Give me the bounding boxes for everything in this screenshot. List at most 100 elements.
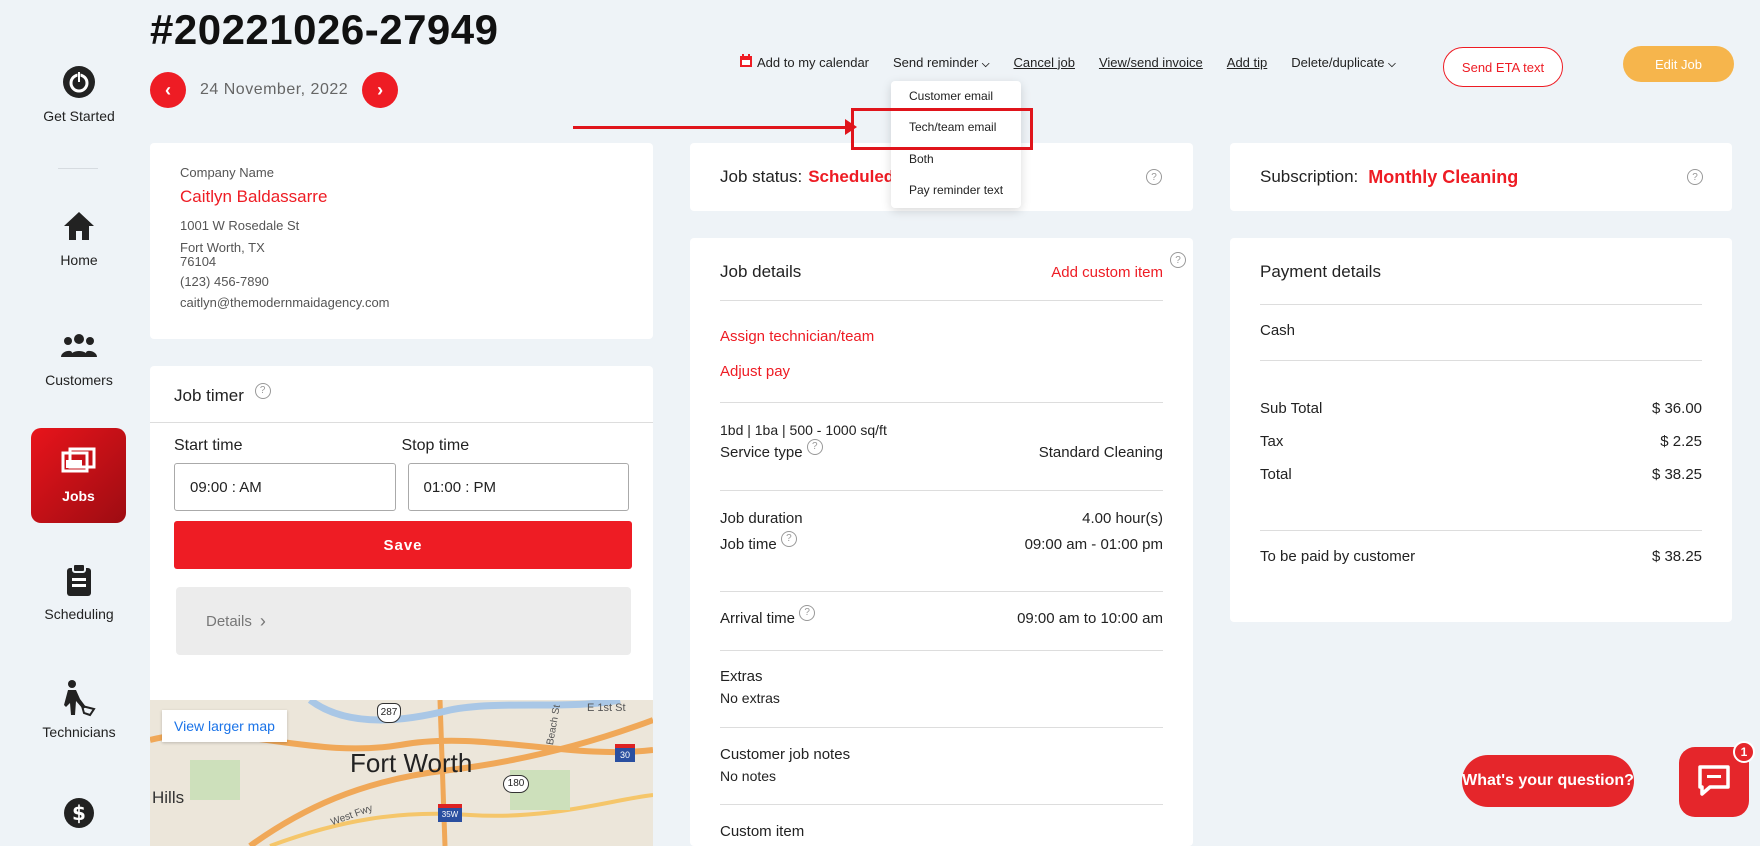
technician-icon	[59, 678, 99, 718]
job-details-card: Job details Add custom item ? Assign tec…	[690, 238, 1193, 846]
subtotal-label: Sub Total	[1260, 400, 1323, 417]
start-time-label: Start time	[174, 437, 243, 454]
service-type-label: Service type	[720, 444, 803, 461]
sidebar-item-label: Technicians	[42, 724, 116, 740]
add-tip-link[interactable]: Add tip	[1227, 55, 1267, 70]
help-icon[interactable]: ?	[1687, 169, 1703, 185]
help-icon[interactable]: ?	[254, 382, 271, 399]
job-actions-bar: Add to my calendar Send reminder ⌵ Cance…	[740, 54, 1420, 70]
stop-time-input[interactable]: 01:00 : PM	[407, 463, 629, 511]
users-icon	[59, 326, 99, 366]
tax-label: Tax	[1260, 433, 1284, 450]
customer-email: caitlyn@themodernmaidagency.com	[180, 295, 390, 311]
send-reminder-label: Send reminder	[893, 54, 979, 70]
subscription-label: Subscription:	[1260, 167, 1359, 186]
clipboard-icon	[59, 560, 99, 600]
cancel-job-link[interactable]: Cancel job	[1014, 55, 1075, 70]
job-duration-value: 4.00 hour(s)	[1082, 510, 1163, 527]
chevron-left-icon: ‹	[165, 79, 171, 100]
chevron-right-icon: ›	[259, 610, 266, 631]
divider	[720, 300, 1163, 301]
assign-technician-link[interactable]: Assign technician/team	[720, 328, 1163, 345]
edit-job-button[interactable]: Edit Job	[1623, 46, 1734, 82]
divider	[1260, 360, 1702, 361]
assign-technician-label: Assign technician/team	[720, 328, 875, 345]
sidebar-item-billing[interactable]: $	[0, 793, 158, 839]
map-interstate-shield: 30	[615, 744, 635, 762]
sidebar-item-home[interactable]: Home	[0, 206, 158, 268]
map-road-shield: 287	[377, 703, 401, 723]
subscription-card: Subscription: Monthly Cleaning ?	[1230, 143, 1732, 211]
total-label: Total	[1260, 466, 1292, 483]
sidebar-item-scheduling[interactable]: Scheduling	[0, 560, 158, 622]
prev-date-button[interactable]: ‹	[150, 72, 186, 108]
sidebar-item-label: Scheduling	[44, 606, 114, 622]
help-icon[interactable]: ?	[799, 604, 816, 621]
divider	[720, 402, 1163, 403]
annotation-highlight-box	[851, 108, 1033, 150]
next-date-button[interactable]: ›	[362, 72, 399, 108]
sidebar-item-get-started[interactable]: Get Started	[0, 62, 158, 124]
menu-item-pay-reminder-text[interactable]: Pay reminder text	[909, 183, 1003, 197]
customer-zip: 76104	[180, 253, 217, 269]
view-larger-map-link[interactable]: View larger map	[162, 710, 287, 742]
help-icon[interactable]: ?	[806, 438, 823, 455]
sidebar-item-technicians[interactable]: Technicians	[0, 678, 158, 740]
sidebar-item-jobs[interactable]: Jobs	[31, 428, 126, 523]
map-interstate-shield: 35W	[438, 804, 462, 822]
add-to-calendar-link[interactable]: Add to my calendar	[740, 54, 869, 70]
customer-phone: (123) 456-7890	[180, 274, 269, 290]
subtotal-value: $ 36.00	[1651, 400, 1702, 417]
date-navigator: ‹ 24 November, 2022 ›	[150, 72, 399, 108]
job-timer-card: Job timer ? Start time Stop time 09:00 :…	[150, 366, 653, 846]
job-timer-header: Job timer ?	[150, 366, 653, 423]
sidebar: Get Started Home Customers Jobs Scheduli…	[0, 0, 158, 846]
extras-label: Extras	[720, 668, 763, 685]
customer-name[interactable]: Caitlyn Baldassarre	[180, 186, 623, 208]
chat-notification-badge: 1	[1733, 741, 1755, 763]
dollar-icon: $	[59, 793, 99, 833]
stop-time-label: Stop time	[401, 437, 470, 454]
divider	[720, 727, 1163, 728]
start-time-input[interactable]: 09:00 : AM	[174, 463, 396, 511]
total-value: $ 38.25	[1651, 466, 1702, 483]
sidebar-item-customers[interactable]: Customers	[0, 326, 158, 388]
delete-duplicate-label: Delete/duplicate	[1291, 54, 1385, 70]
send-reminder-dropdown[interactable]: Send reminder ⌵	[893, 55, 990, 70]
to-be-paid-value: $ 38.25	[1651, 548, 1702, 565]
help-icon[interactable]: ?	[1170, 252, 1186, 268]
divider	[1260, 530, 1702, 531]
payment-details-card: Payment details Cash Sub Total $ 36.00 T…	[1230, 238, 1732, 622]
divider	[1260, 304, 1702, 305]
customer-street: 1001 W Rosedale St	[180, 217, 300, 233]
location-map[interactable]: View larger map Fort Worth Hills E 1st S…	[150, 700, 653, 846]
page-title: #20221026-27949	[150, 6, 499, 53]
sidebar-divider	[58, 168, 98, 169]
details-toggle[interactable]: Details ›	[176, 587, 631, 655]
subscription-value: Monthly Cleaning	[1368, 166, 1519, 187]
divider	[720, 591, 1163, 592]
view-invoice-link[interactable]: View/send invoice	[1099, 55, 1203, 70]
menu-item-both[interactable]: Both	[909, 152, 934, 166]
job-time-value: 09:00 am - 01:00 pm	[1024, 536, 1163, 553]
help-icon[interactable]: ?	[1146, 169, 1162, 185]
job-status-value: Scheduled	[808, 167, 895, 186]
send-eta-button[interactable]: Send ETA text	[1443, 47, 1563, 87]
delete-duplicate-dropdown[interactable]: Delete/duplicate ⌵	[1291, 55, 1395, 70]
sidebar-item-label: Customers	[45, 372, 113, 388]
job-duration-label: Job duration	[720, 510, 803, 527]
map-street-label: E 1st St	[587, 702, 626, 714]
customer-city: Fort Worth, TX	[180, 239, 265, 255]
help-icon[interactable]: ?	[780, 530, 797, 547]
home-size: 1bd | 1ba | 500 - 1000 sq/ft	[720, 422, 887, 438]
add-custom-item-link[interactable]: Add custom item	[1051, 264, 1163, 281]
customer-notes-label: Customer job notes	[720, 746, 851, 763]
menu-item-customer-email[interactable]: Customer email	[909, 89, 993, 103]
job-details-title: Job details	[720, 262, 802, 281]
chat-icon	[1696, 763, 1732, 802]
adjust-pay-link[interactable]: Adjust pay	[720, 363, 1163, 380]
tax-value: $ 2.25	[1660, 433, 1702, 450]
chat-prompt-bubble[interactable]: What's your question?	[1462, 755, 1634, 807]
job-time-label: Job time	[720, 536, 777, 553]
save-button[interactable]: Save	[174, 521, 632, 569]
